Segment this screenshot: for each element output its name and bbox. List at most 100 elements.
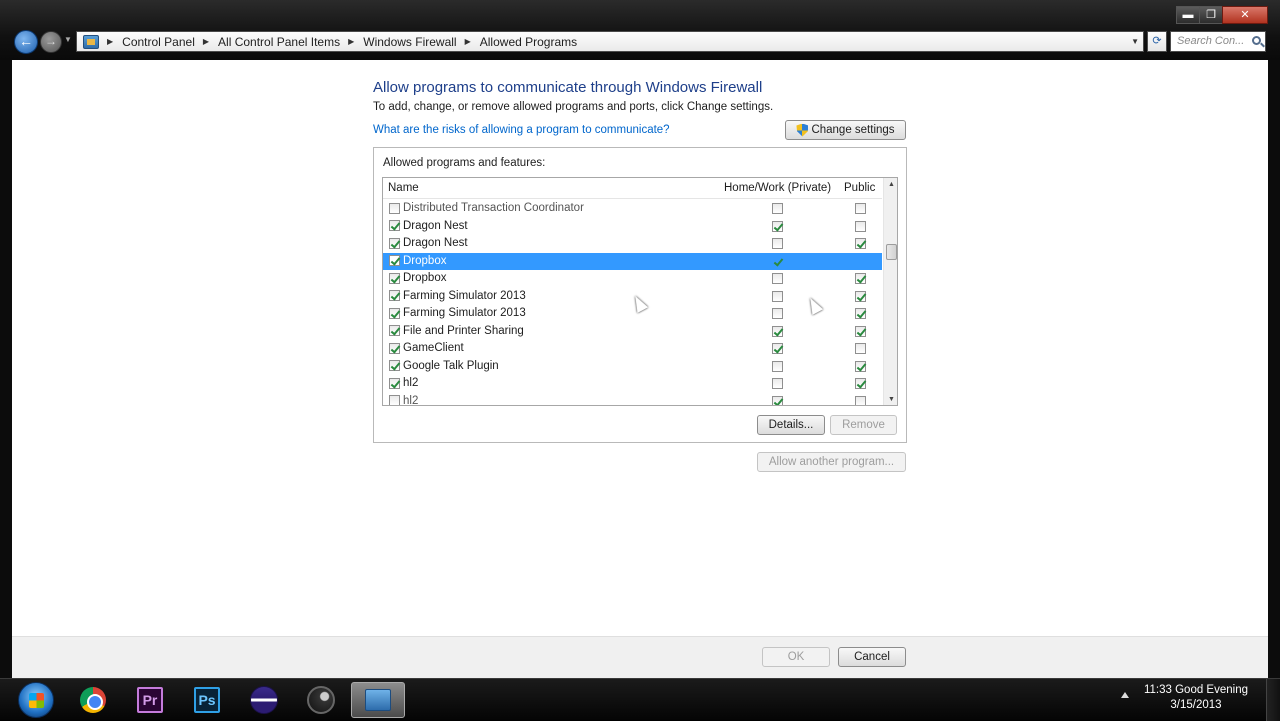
list-item[interactable]: Dragon Nest bbox=[383, 218, 882, 236]
start-button[interactable] bbox=[18, 682, 54, 718]
show-desktop-button[interactable] bbox=[1266, 679, 1280, 721]
program-enabled-checkbox[interactable] bbox=[389, 395, 400, 405]
search-placeholder: Search Con... bbox=[1177, 35, 1245, 47]
list-item[interactable]: Farming Simulator 2013 bbox=[383, 305, 882, 323]
breadcrumb-separator-icon[interactable]: ▶ bbox=[107, 37, 113, 46]
allow-another-program-button[interactable]: Allow another program... bbox=[757, 452, 906, 472]
program-enabled-checkbox[interactable] bbox=[389, 325, 400, 336]
ok-button[interactable]: OK bbox=[762, 647, 830, 667]
taskbar-photoshop[interactable]: Ps bbox=[180, 682, 234, 718]
public-network-checkbox[interactable] bbox=[855, 395, 866, 405]
breadcrumb-all-items[interactable]: All Control Panel Items bbox=[218, 35, 340, 49]
taskbar-eclipse[interactable] bbox=[237, 682, 291, 718]
taskbar-premiere[interactable]: Pr bbox=[123, 682, 177, 718]
address-bar[interactable]: ▶ Control Panel ▶ All Control Panel Item… bbox=[76, 31, 1144, 52]
program-enabled-checkbox[interactable] bbox=[389, 307, 400, 319]
private-network-checkbox[interactable] bbox=[772, 308, 783, 319]
public-network-checkbox[interactable] bbox=[855, 360, 866, 372]
private-network-checkbox[interactable] bbox=[772, 360, 783, 372]
program-enabled-checkbox[interactable] bbox=[389, 342, 400, 354]
breadcrumb-windows-firewall[interactable]: Windows Firewall bbox=[363, 35, 456, 49]
risks-link[interactable]: What are the risks of allowing a program… bbox=[373, 124, 670, 136]
address-dropdown-icon[interactable]: ▼ bbox=[1131, 37, 1139, 46]
public-network-checkbox[interactable] bbox=[855, 343, 866, 354]
scroll-thumb[interactable] bbox=[886, 244, 897, 260]
private-network-checkbox[interactable] bbox=[772, 203, 783, 214]
scroll-up-icon[interactable]: ▲ bbox=[888, 181, 895, 188]
refresh-button[interactable]: ⟳ bbox=[1147, 31, 1167, 52]
public-network-checkbox[interactable] bbox=[855, 325, 866, 337]
public-network-checkbox[interactable] bbox=[855, 256, 866, 267]
public-network-checkbox[interactable] bbox=[855, 290, 866, 302]
private-network-checkbox[interactable] bbox=[772, 343, 783, 354]
program-name: Distributed Transaction Coordinator bbox=[403, 202, 584, 214]
list-scrollbar[interactable]: ▲ ▼ bbox=[883, 178, 897, 405]
breadcrumb-separator-icon[interactable]: ▶ bbox=[203, 37, 209, 46]
private-network-checkbox[interactable] bbox=[772, 273, 783, 284]
close-button[interactable]: ✕ bbox=[1222, 6, 1268, 24]
minimize-button[interactable]: ▬ bbox=[1176, 6, 1200, 24]
remove-button[interactable]: Remove bbox=[830, 415, 897, 435]
back-button[interactable]: ← bbox=[14, 30, 38, 54]
maximize-button[interactable]: ❐ bbox=[1199, 6, 1223, 24]
program-enabled-checkbox[interactable] bbox=[389, 220, 400, 231]
list-item[interactable]: Google Talk Plugin bbox=[383, 358, 882, 376]
details-button[interactable]: Details... bbox=[757, 415, 825, 435]
system-clock[interactable]: 11:33 Good Evening 3/15/2013 bbox=[1140, 683, 1252, 713]
program-enabled-checkbox[interactable] bbox=[389, 290, 400, 301]
change-settings-button[interactable]: Change settings bbox=[785, 120, 906, 140]
private-network-checkbox[interactable] bbox=[772, 290, 783, 302]
taskbar-chrome[interactable] bbox=[66, 682, 120, 718]
list-item[interactable]: Distributed Transaction Coordinator bbox=[383, 200, 882, 218]
list-item[interactable]: File and Printer Sharing bbox=[383, 323, 882, 341]
column-header-name[interactable]: Name bbox=[388, 182, 419, 194]
breadcrumb-allowed-programs[interactable]: Allowed Programs bbox=[480, 35, 577, 49]
scroll-down-icon[interactable]: ▼ bbox=[888, 396, 895, 403]
public-network-checkbox[interactable] bbox=[855, 378, 866, 389]
program-name-cell: Dragon Nest bbox=[389, 220, 468, 232]
breadcrumb-control-panel[interactable]: Control Panel bbox=[122, 35, 195, 49]
public-network-checkbox[interactable] bbox=[855, 203, 866, 214]
public-network-checkbox[interactable] bbox=[855, 220, 866, 232]
program-enabled-checkbox[interactable] bbox=[389, 360, 400, 371]
list-item[interactable]: hl2 bbox=[383, 393, 882, 405]
private-network-checkbox[interactable] bbox=[772, 256, 783, 267]
taskbar-steam[interactable] bbox=[294, 682, 348, 718]
cancel-button[interactable]: Cancel bbox=[838, 647, 906, 667]
private-network-checkbox[interactable] bbox=[772, 395, 783, 405]
program-name-cell: Distributed Transaction Coordinator bbox=[389, 202, 584, 214]
private-network-checkbox[interactable] bbox=[772, 220, 783, 232]
breadcrumb-separator-icon[interactable]: ▶ bbox=[465, 37, 471, 46]
program-name: Dragon Nest bbox=[403, 237, 468, 249]
public-network-checkbox[interactable] bbox=[855, 273, 866, 284]
list-item[interactable]: GameClient bbox=[383, 340, 882, 358]
list-item[interactable]: Dropbox bbox=[383, 252, 882, 270]
search-input[interactable]: Search Con... bbox=[1170, 31, 1266, 52]
program-name-cell: GameClient bbox=[389, 342, 464, 354]
public-network-checkbox[interactable] bbox=[855, 238, 866, 249]
breadcrumb-separator-icon[interactable]: ▶ bbox=[348, 37, 354, 46]
column-header-public[interactable]: Public bbox=[844, 182, 875, 194]
program-enabled-checkbox[interactable] bbox=[389, 377, 400, 389]
list-item[interactable]: hl2 bbox=[383, 375, 882, 393]
taskbar-control-panel[interactable] bbox=[351, 682, 405, 718]
list-item[interactable]: Dragon Nest bbox=[383, 235, 882, 253]
program-enabled-checkbox[interactable] bbox=[389, 255, 400, 266]
private-network-checkbox[interactable] bbox=[772, 325, 783, 337]
recent-pages-chevron-icon[interactable]: ▼ bbox=[64, 35, 72, 44]
private-network-checkbox[interactable] bbox=[772, 238, 783, 249]
programs-list[interactable]: Name Home/Work (Private) Public Distribu… bbox=[382, 177, 898, 406]
column-header-private[interactable]: Home/Work (Private) bbox=[724, 182, 831, 194]
forward-button[interactable]: → bbox=[40, 31, 62, 53]
list-item[interactable]: Dropbox bbox=[383, 270, 882, 288]
breadcrumb: ▶ Control Panel ▶ All Control Panel Item… bbox=[99, 35, 577, 49]
public-network-checkbox[interactable] bbox=[855, 308, 866, 319]
program-enabled-checkbox[interactable] bbox=[389, 202, 400, 214]
search-icon[interactable] bbox=[1252, 36, 1261, 45]
program-enabled-checkbox[interactable] bbox=[389, 237, 400, 249]
program-enabled-checkbox[interactable] bbox=[389, 272, 400, 284]
private-network-checkbox[interactable] bbox=[772, 378, 783, 389]
program-name: Dropbox bbox=[403, 272, 447, 284]
show-hidden-icons-icon[interactable] bbox=[1121, 692, 1129, 698]
program-name-cell: Farming Simulator 2013 bbox=[389, 290, 526, 302]
